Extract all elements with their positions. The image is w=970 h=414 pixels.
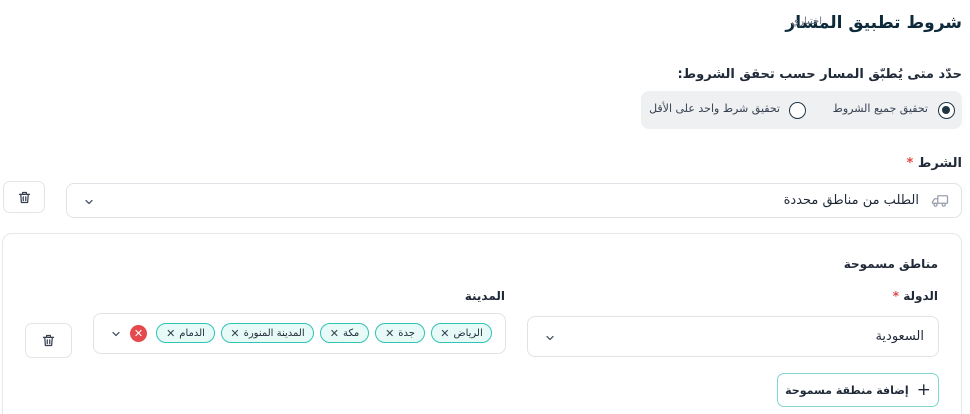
trash-icon (42, 334, 55, 347)
city-chip-label: جدة (398, 327, 415, 339)
country-label: الدولة * (893, 289, 938, 303)
delete-zone-button[interactable] (25, 323, 72, 358)
city-chip-label: مكة (342, 327, 360, 339)
condition-select-value: الطلب من مناطق محددة (783, 193, 919, 208)
trash-icon (18, 191, 30, 203)
add-allowed-zone-button[interactable]: + إضافة منطقة مسموحة (777, 373, 939, 407)
plus-icon: + (916, 379, 931, 400)
city-chip[interactable]: الرياض ✕ (431, 323, 492, 343)
radio-all-conditions-label[interactable]: تحقيق جميع الشروط (833, 102, 928, 115)
required-mark: * (892, 289, 900, 303)
city-label: المدينة (464, 289, 505, 303)
country-select[interactable]: السعودية (527, 316, 939, 357)
country-select-value: السعودية (875, 329, 924, 344)
optional-label: اختياري (791, 16, 822, 27)
city-chip[interactable]: الدمام ✕ (156, 323, 215, 343)
chevron-down-icon[interactable] (110, 328, 122, 340)
match-mode-radio-group: تحقيق جميع الشروط تحقيق شرط واحد على الأ… (641, 91, 962, 129)
remove-chip-icon[interactable]: ✕ (230, 327, 239, 340)
delete-condition-button[interactable] (3, 181, 45, 213)
city-chip-label: الدمام (179, 327, 205, 339)
city-chip-label: الرياض (453, 327, 483, 339)
allowed-zones-title: مناطق مسموحة (843, 257, 938, 271)
remove-chip-icon[interactable]: ✕ (166, 327, 175, 340)
remove-chip-icon[interactable]: ✕ (385, 327, 394, 340)
condition-select[interactable]: الطلب من مناطق محددة (66, 183, 962, 218)
add-allowed-zone-label: إضافة منطقة مسموحة (785, 383, 909, 397)
radio-any-condition[interactable] (789, 102, 806, 119)
remove-chip-icon[interactable]: ✕ (330, 327, 339, 340)
clear-selection-icon[interactable]: ✕ (130, 325, 147, 342)
condition-label-text: الشرط (917, 156, 962, 171)
city-chip[interactable]: جدة ✕ (375, 323, 425, 343)
country-label-text: الدولة (903, 289, 938, 303)
required-mark: * (906, 156, 914, 171)
match-mode-question: حدّد متى يُطبّق المسار حسب تحقق الشروط: (677, 67, 962, 82)
chevron-down-icon (85, 199, 93, 205)
city-chip-label: المدينة المنورة (243, 327, 305, 339)
chevron-down-icon (546, 335, 554, 341)
radio-any-condition-label[interactable]: تحقيق شرط واحد على الأقل (649, 102, 780, 115)
remove-chip-icon[interactable]: ✕ (440, 327, 449, 340)
condition-label: الشرط * (907, 156, 963, 171)
city-chip[interactable]: مكة ✕ (320, 323, 369, 343)
radio-all-conditions[interactable] (938, 102, 955, 119)
truck-icon (931, 195, 949, 207)
city-chip[interactable]: المدينة المنورة ✕ (221, 323, 314, 343)
